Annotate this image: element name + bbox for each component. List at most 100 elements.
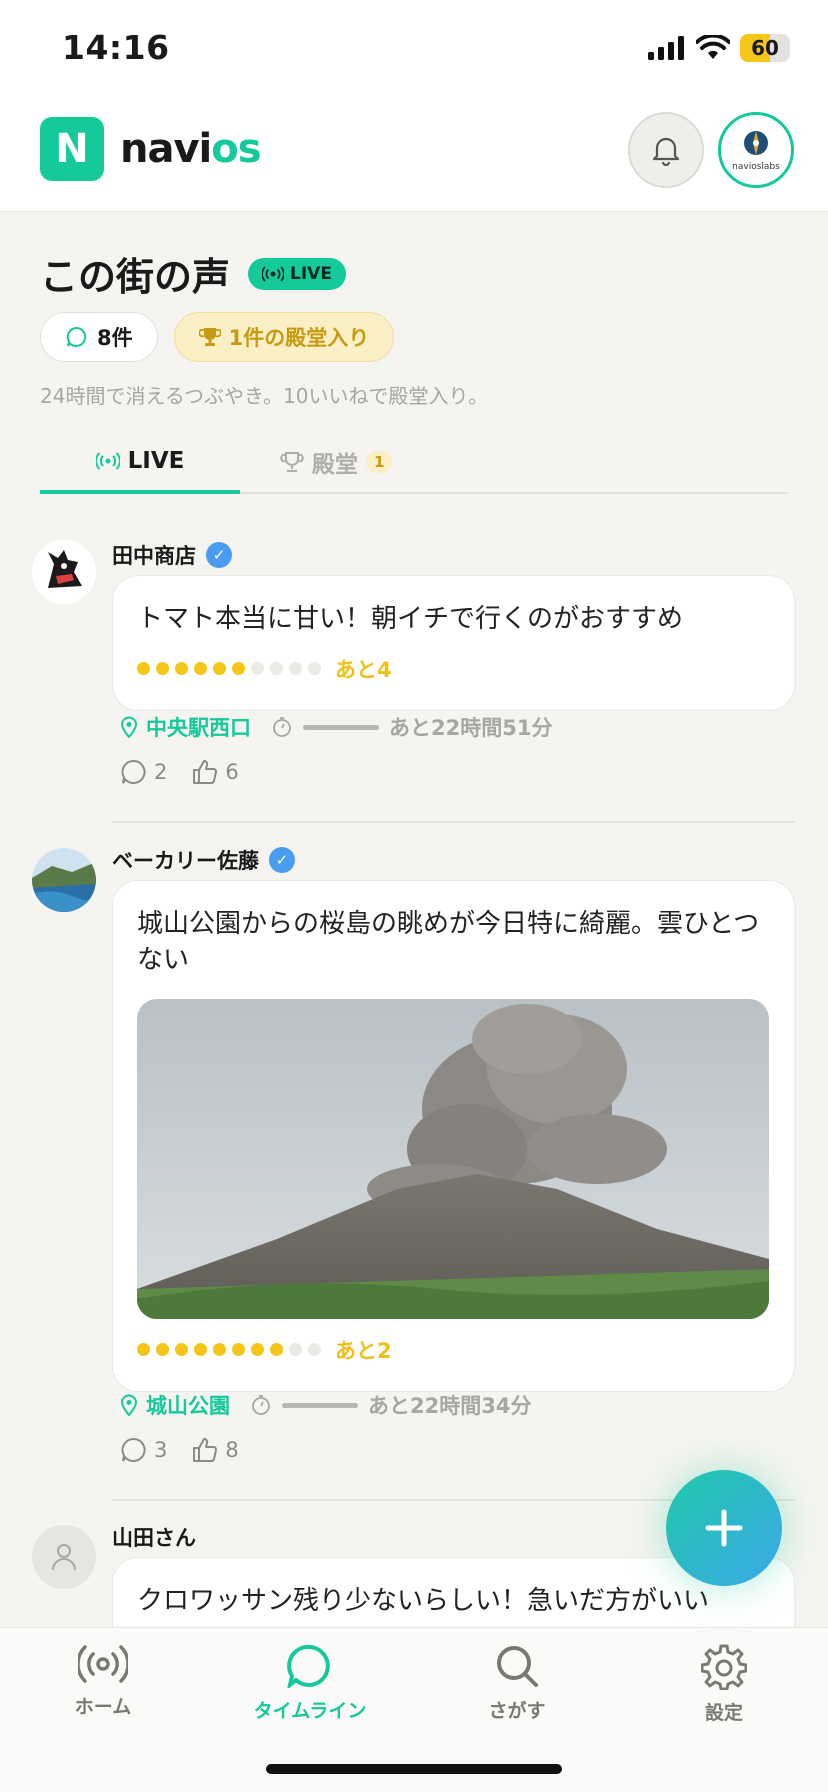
notifications-button[interactable] (628, 112, 704, 188)
progress-dot (194, 1343, 207, 1357)
time-remaining: あと22時間34分 (368, 1394, 532, 1418)
user-icon (52, 1544, 76, 1571)
post-text: クロワッサン残り少ないらしい！急いだ方がいい (137, 1586, 710, 1616)
progress-dot (213, 662, 226, 676)
progress-dot (308, 662, 321, 676)
author-avatar[interactable] (32, 1525, 96, 1589)
author-name[interactable]: ベーカリー佐藤 (112, 845, 259, 875)
tab-live[interactable]: LIVE (40, 432, 240, 494)
post-text: トマト本当に甘い！朝イチで行くのがおすすめ (137, 604, 684, 634)
likes-remaining: あと4 (335, 657, 392, 682)
progress-dot (137, 1343, 150, 1357)
post-meta: 中央駅西口 あと22時間51分 (120, 712, 552, 742)
author-row: ベーカリー佐藤 ✓ (112, 845, 295, 875)
time-remaining-bar (282, 1402, 358, 1408)
author-name[interactable]: 山田さん (112, 1522, 196, 1552)
timer-icon (252, 1395, 270, 1415)
nav-home[interactable]: ホーム (23, 1644, 183, 1719)
brand-name: navios (120, 126, 262, 172)
comment-icon (121, 759, 146, 784)
progress-dot (194, 662, 207, 676)
progress-dot (232, 1343, 245, 1357)
gear-icon (701, 1644, 747, 1690)
comment-button[interactable]: 2 (120, 758, 167, 786)
progress-dot (156, 662, 169, 676)
new-post-button[interactable] (666, 1470, 782, 1586)
post-text: 城山公園からの桜島の眺めが今日特に綺麗。雲ひとつない (137, 909, 760, 975)
author-row: 山田さん (112, 1522, 196, 1552)
plus-icon (705, 1509, 743, 1547)
post-divider (112, 821, 795, 823)
progress-dot (137, 662, 150, 676)
progress-dot (270, 1343, 283, 1357)
app-header: N navios navioslabs (0, 100, 828, 212)
wifi-icon (696, 35, 730, 59)
volcano-photo (137, 998, 769, 1319)
search-icon (497, 1646, 538, 1687)
post-photo[interactable] (137, 998, 769, 1319)
progress-dot (213, 1343, 226, 1357)
profile-label: navioslabs (732, 162, 780, 172)
page-title-row: この街の声 LIVE (40, 246, 346, 301)
status-bar: 14:16 60 (0, 0, 828, 100)
comment-button[interactable]: 3 (120, 1436, 167, 1464)
bell-icon (652, 137, 680, 166)
time-remaining: あと22時間51分 (389, 716, 553, 740)
author-name[interactable]: 田中商店 (112, 540, 196, 570)
progress-dot (289, 662, 302, 676)
tab-hall-of-fame[interactable]: 殿堂 1 (280, 432, 393, 492)
progress-dot (289, 1343, 302, 1357)
location-pin-icon (120, 716, 138, 738)
post-actions: 3 8 (120, 1436, 239, 1464)
location-pin-icon (120, 1394, 138, 1416)
time-remaining-bar (303, 724, 379, 730)
feed-tabs: LIVE 殿堂 1 (40, 432, 788, 494)
progress-dot (156, 1343, 169, 1357)
progress-dot (270, 662, 283, 676)
location-link[interactable]: 中央駅西口 (120, 712, 251, 742)
author-avatar[interactable] (32, 540, 96, 604)
like-button[interactable]: 8 (191, 1436, 239, 1464)
live-badge: LIVE (248, 257, 346, 290)
location-link[interactable]: 城山公園 (120, 1390, 230, 1420)
coast-photo-avatar (32, 848, 96, 912)
post-bubble[interactable]: 城山公園からの桜島の眺めが今日特に綺麗。雲ひとつない あと2 (112, 880, 795, 1392)
chat-bubble-icon (287, 1644, 330, 1688)
trophy-icon (280, 452, 304, 472)
post-meta: 城山公園 あと22時間34分 (120, 1390, 531, 1420)
thumbs-up-icon (193, 1438, 218, 1462)
broadcast-icon (262, 265, 285, 282)
like-button[interactable]: 6 (191, 758, 239, 786)
status-icons: 60 (648, 34, 790, 62)
like-progress: あと4 (137, 654, 770, 684)
nav-timeline[interactable]: タイムライン (230, 1644, 390, 1723)
progress-dot (251, 1343, 264, 1357)
like-progress: あと2 (137, 1335, 770, 1365)
nav-settings[interactable]: 設定 (644, 1644, 804, 1725)
progress-dot (175, 1343, 188, 1357)
home-indicator (266, 1764, 562, 1774)
profile-avatar-button[interactable]: navioslabs (718, 112, 794, 188)
app-logo[interactable]: N (40, 117, 104, 181)
author-avatar[interactable] (32, 848, 96, 912)
bottom-nav: ホーム タイムライン さがす 設定 (0, 1627, 828, 1792)
broadcast-icon (78, 1645, 128, 1683)
author-row: 田中商店 ✓ (112, 540, 232, 570)
nav-search[interactable]: さがす (437, 1644, 597, 1723)
progress-dot (251, 662, 264, 676)
likes-remaining: あと2 (335, 1338, 392, 1363)
signal-icon (648, 36, 684, 60)
broadcast-icon (95, 452, 120, 470)
hall-count-badge: 1 (366, 451, 393, 473)
status-time: 14:16 (62, 28, 170, 67)
hall-of-fame-chip[interactable]: 1件の殿堂入り (173, 312, 395, 362)
post-count-chip[interactable]: 8件 (40, 312, 158, 362)
page-subtitle: 24時間で消えるつぶやき。10いいねで殿堂入り。 (40, 384, 489, 408)
post-bubble[interactable]: トマト本当に甘い！朝イチで行くのがおすすめ あと4 (112, 575, 795, 711)
page-title: この街の声 (40, 255, 231, 299)
timer-icon (273, 717, 291, 737)
verified-icon: ✓ (269, 847, 295, 873)
chat-bubble-icon (66, 326, 87, 347)
compass-logo-icon (744, 131, 768, 155)
verified-icon: ✓ (206, 542, 232, 568)
